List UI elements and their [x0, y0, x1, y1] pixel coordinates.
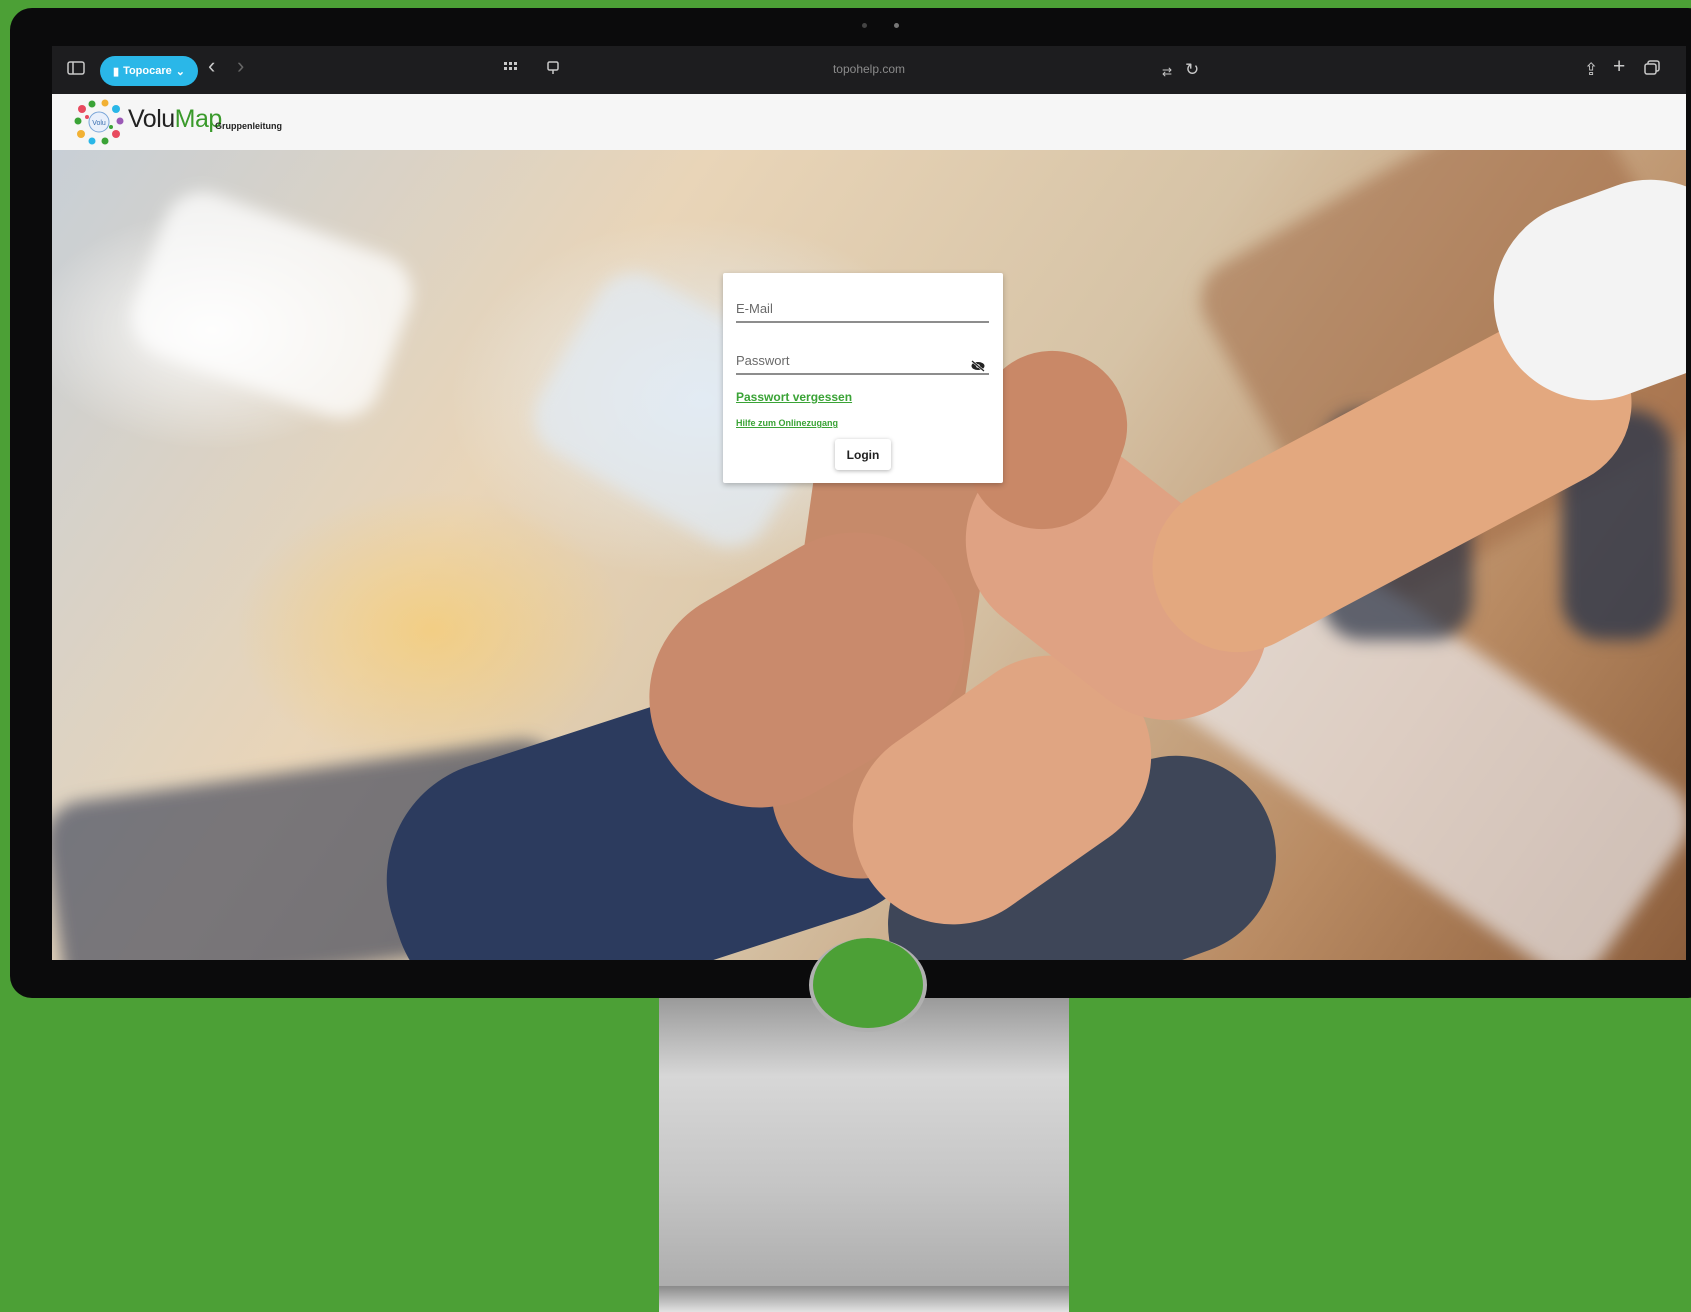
share-icon[interactable]: ⇪: [1584, 60, 1598, 80]
login-button[interactable]: Login: [835, 439, 891, 470]
login-card: E-Mail Passwort Passwort vergessen Hilfe…: [723, 273, 1003, 483]
camera-dot: [894, 23, 899, 28]
translate-icon[interactable]: ⇄: [1162, 62, 1172, 82]
window-light-shape: [120, 180, 424, 430]
address-bar-url[interactable]: topohelp.com: [52, 62, 1686, 76]
new-tab-icon[interactable]: +: [1613, 56, 1625, 77]
password-field-underline: [736, 373, 989, 375]
browser-toolbar: ▮ Topocare ⌄ ‹ › topohelp.com ⇄ ↻ ⇪ +: [52, 46, 1686, 94]
browser-window: ▮ Topocare ⌄ ‹ › topohelp.com ⇄ ↻ ⇪ + Vo…: [52, 46, 1686, 960]
password-field[interactable]: Passwort: [736, 353, 789, 368]
app-logo-text: VoluMap: [128, 105, 222, 134]
monitor-bezel: ▮ Topocare ⌄ ‹ › topohelp.com ⇄ ↻ ⇪ + Vo…: [10, 8, 1691, 998]
tabs-overview-icon[interactable]: [1643, 60, 1661, 81]
forgot-password-link[interactable]: Passwort vergessen: [736, 390, 852, 404]
camera-dot: [862, 23, 867, 28]
app-header: Volu VoluMap Gruppenleitung: [52, 94, 1686, 150]
stand-cutout: [809, 938, 927, 1032]
logo-badge-text: Volu: [92, 120, 106, 127]
logo-name-part1: Volu: [128, 105, 175, 133]
eye-off-icon[interactable]: [970, 360, 986, 372]
email-field[interactable]: E-Mail: [736, 301, 773, 316]
email-field-underline: [736, 321, 989, 323]
app-logo-subtitle: Gruppenleitung: [215, 121, 282, 131]
stand-foot: [659, 1286, 1069, 1312]
reload-icon[interactable]: ↻: [1185, 60, 1199, 80]
hero-background-image: E-Mail Passwort Passwort vergessen Hilfe…: [52, 150, 1686, 960]
volumap-logo-icon: Volu: [74, 99, 124, 145]
monitor-stand: [659, 938, 1069, 1312]
online-access-help-link[interactable]: Hilfe zum Onlinezugang: [736, 418, 838, 428]
